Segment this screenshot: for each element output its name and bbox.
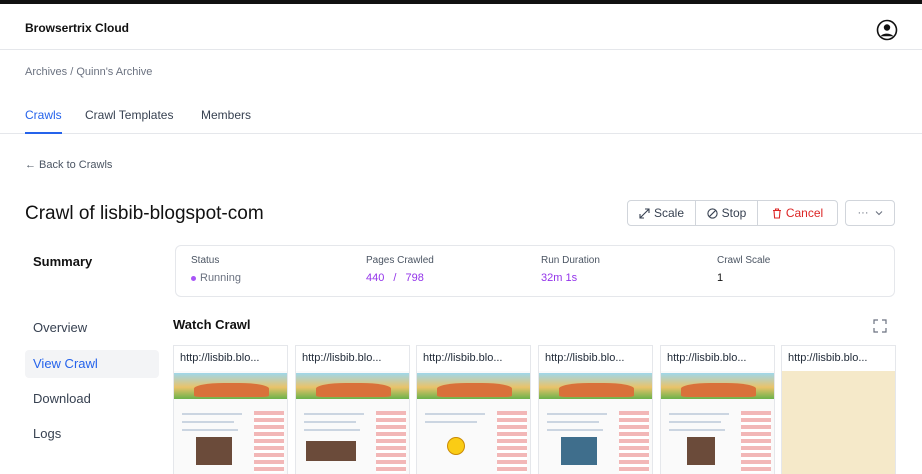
crawl-scale-label: Crawl Scale <box>717 255 771 266</box>
summary-card: Status Running Pages Crawled 440 / 798 R… <box>175 245 895 297</box>
thumbnail-book <box>681 383 756 397</box>
cancel-button[interactable]: Cancel <box>758 201 837 225</box>
status-text: Running <box>200 272 241 284</box>
status-stat: Status Running <box>191 255 241 284</box>
screencast-tile[interactable]: http://lisbib.blo... <box>538 345 653 474</box>
back-to-crawls-link[interactable]: ← Back to Crawls <box>25 159 112 171</box>
cancel-label: Cancel <box>785 206 824 220</box>
screencast-url: http://lisbib.blo... <box>423 352 503 364</box>
stop-button[interactable]: Stop <box>696 201 758 225</box>
screencast-url: http://lisbib.blo... <box>667 352 747 364</box>
thumbnail-text-line <box>182 429 238 431</box>
run-duration-value: 32m 1s <box>541 272 578 284</box>
thumbnail-text-line <box>669 429 725 431</box>
archive-tabs: Crawls Crawl Templates Members <box>0 100 922 134</box>
side-nav-overview[interactable]: Overview <box>25 314 159 342</box>
pages-crawled-value: 440 / 798 <box>366 272 434 284</box>
screencast-thumbnail <box>539 371 652 474</box>
chevron-down-icon <box>875 211 882 216</box>
stop-label: Stop <box>721 206 747 220</box>
side-nav-download[interactable]: Download <box>25 385 159 413</box>
tab-crawls[interactable]: Crawls <box>25 108 62 134</box>
screencast-tile[interactable]: http://lisbib.blo... <box>416 345 531 474</box>
scale-icon <box>639 207 650 219</box>
thumbnail-photo <box>306 441 356 461</box>
pages-done: 440 <box>366 272 385 284</box>
thumbnail-text-line <box>669 413 729 415</box>
more-actions-dropdown[interactable]: ··· <box>845 200 895 226</box>
thumbnail-book <box>437 383 512 397</box>
thumbnail-book <box>316 383 391 397</box>
screencast-url: http://lisbib.blo... <box>180 352 260 364</box>
thumbnail-text-line <box>304 429 360 431</box>
thumbnail-book <box>194 383 269 397</box>
status-label: Status <box>191 255 220 266</box>
side-nav-logs[interactable]: Logs <box>25 420 159 448</box>
screencast-thumbnail <box>661 371 774 474</box>
pages-crawled-stat: Pages Crawled 440 / 798 <box>366 255 434 284</box>
watch-crawl-heading: Watch Crawl <box>173 317 251 332</box>
summary-heading: Summary <box>33 254 93 269</box>
run-duration-stat: Run Duration 32m 1s <box>541 255 600 284</box>
screencast-tile[interactable]: http://lisbib.blo... <box>173 345 288 474</box>
thumbnail-sidebar <box>619 411 649 473</box>
scale-button[interactable]: Scale <box>628 201 696 225</box>
run-duration-label: Run Duration <box>541 255 600 266</box>
crawl-scale-stat: Crawl Scale 1 <box>717 255 770 284</box>
trash-icon <box>772 207 781 219</box>
screencast-tile[interactable]: http://lisbib.blo... <box>781 345 896 474</box>
thumbnail-book <box>559 383 634 397</box>
thumbnail-text-line <box>547 429 603 431</box>
screencast-tile[interactable]: http://lisbib.blo... <box>660 345 775 474</box>
screencast-thumbnail-loading <box>782 371 895 474</box>
thumbnail-text-line <box>182 413 242 415</box>
thumbnail-text-line <box>669 421 721 423</box>
status-value: Running <box>191 272 241 284</box>
breadcrumb[interactable]: Archives / Quinn's Archive <box>25 66 152 78</box>
pages-separator: / <box>393 272 397 284</box>
more-label: ··· <box>857 207 869 219</box>
stop-icon <box>707 207 718 219</box>
crawl-action-buttons: Scale Stop Cancel <box>627 200 838 226</box>
pages-crawled-label: Pages Crawled <box>366 255 434 266</box>
screencast-url: http://lisbib.blo... <box>302 352 382 364</box>
thumbnail-text-line <box>304 413 364 415</box>
app-title[interactable]: Browsertrix Cloud <box>25 21 129 35</box>
thumbnail-sidebar <box>376 411 406 473</box>
thumbnail-sidebar <box>741 411 771 473</box>
scale-label: Scale <box>653 206 685 220</box>
thumbnail-sidebar <box>497 411 527 473</box>
smiley-icon <box>447 437 465 455</box>
screencast-thumbnail <box>296 371 409 474</box>
page-title: Crawl of lisbib-blogspot-com <box>25 203 264 224</box>
app-header: Browsertrix Cloud <box>0 4 922 50</box>
thumbnail-photo <box>196 437 232 465</box>
screencast-url: http://lisbib.blo... <box>545 352 625 364</box>
thumbnail-text-line <box>425 421 477 423</box>
tab-crawl-templates[interactable]: Crawl Templates <box>85 108 173 134</box>
thumbnail-photo <box>687 437 715 465</box>
pages-total: 798 <box>405 272 424 284</box>
screencast-url: http://lisbib.blo... <box>788 352 868 364</box>
screencast-thumbnail <box>417 371 530 474</box>
thumbnail-text-line <box>182 421 234 423</box>
thumbnail-sidebar <box>254 411 284 473</box>
user-circle-icon[interactable] <box>876 19 898 41</box>
screencast-thumbnail <box>174 371 287 474</box>
thumbnail-text-line <box>425 413 485 415</box>
thumbnail-photo <box>561 437 597 465</box>
expand-icon[interactable] <box>872 318 888 334</box>
side-nav-view-crawl[interactable]: View Crawl <box>25 350 159 378</box>
thumbnail-text-line <box>547 413 607 415</box>
running-indicator-icon <box>191 275 196 281</box>
tab-members[interactable]: Members <box>201 108 251 134</box>
thumbnail-text-line <box>304 421 356 423</box>
crawl-scale-value: 1 <box>717 272 724 284</box>
screencast-tile[interactable]: http://lisbib.blo... <box>295 345 410 474</box>
thumbnail-text-line <box>547 421 599 423</box>
